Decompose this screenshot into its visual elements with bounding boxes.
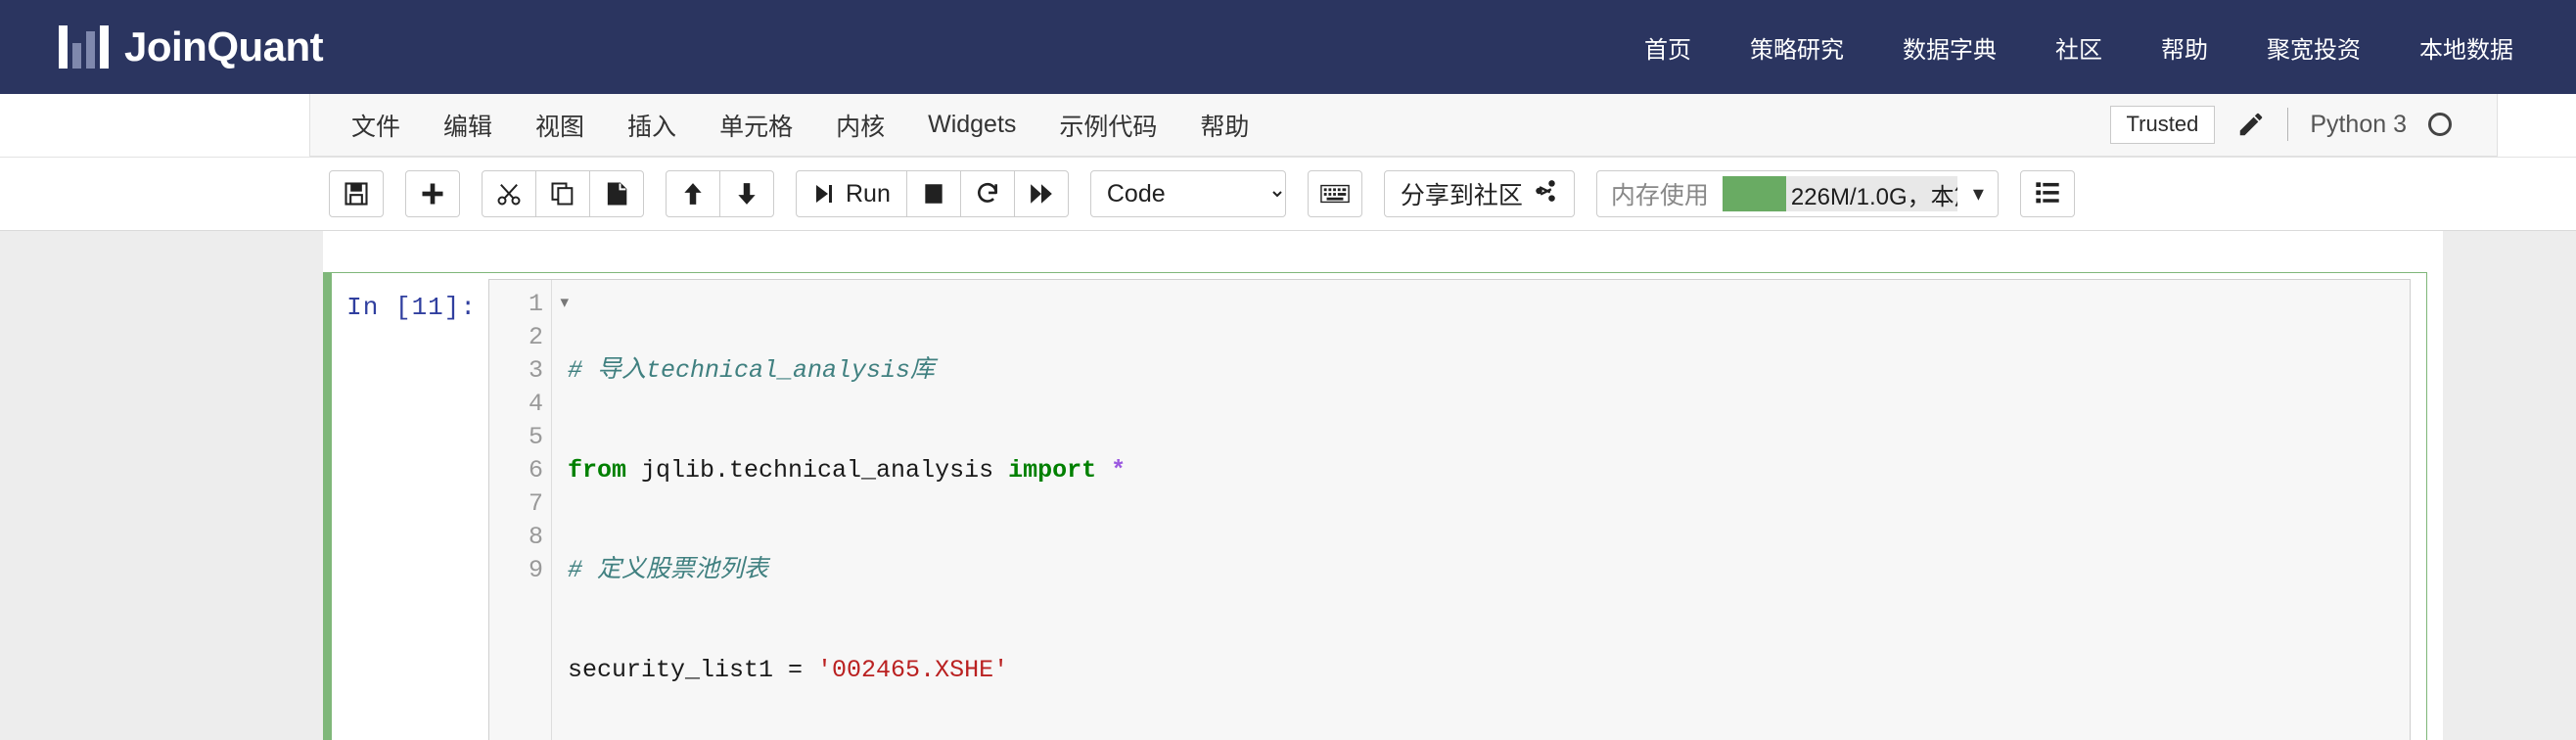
memory-usage-bar: 226M/1.0G，本篇184.05 xyxy=(1722,176,1957,211)
bars-logo-icon xyxy=(59,25,109,69)
notebook-menubar: 文件 编辑 视图 插入 单元格 内核 Widgets 示例代码 帮助 Trust… xyxy=(309,94,2498,157)
nav-item-data-dict[interactable]: 数据字典 xyxy=(1903,30,1997,65)
cell-type-select[interactable]: Code Markdown Raw NBConvert Heading xyxy=(1089,170,1286,217)
nav-item-community[interactable]: 社区 xyxy=(2055,30,2102,65)
toolbar-group-insert xyxy=(405,170,460,217)
table-of-contents-button[interactable] xyxy=(2019,170,2075,217)
notebook-toolbar-region: Run Code Markdown xyxy=(0,158,2576,231)
plus-add-cell-icon xyxy=(419,180,446,208)
code-line-3-text: # 定义股票池列表 xyxy=(568,556,769,584)
code-fold-toggle-icon[interactable]: ▾ xyxy=(560,288,569,321)
line-number: 6 xyxy=(528,456,543,485)
toolbar-group-move xyxy=(666,170,774,217)
kernel-idle-circle-icon xyxy=(2428,113,2452,137)
nav-item-research[interactable]: 策略研究 xyxy=(1750,30,1844,65)
restart-kernel-button[interactable] xyxy=(959,170,1015,217)
line-number: 2 xyxy=(528,323,543,351)
code-text-area[interactable]: # 导入technical_analysis库 from jqlib.techn… xyxy=(552,280,2410,740)
menubar-divider xyxy=(2287,108,2289,142)
code-line: # 导入technical_analysis库 xyxy=(568,354,2410,388)
brand-logo[interactable]: JoinQuant xyxy=(59,23,324,69)
nav-item-home[interactable]: 首页 xyxy=(1644,30,1691,65)
line-number: 8 xyxy=(528,523,543,551)
toolbar-group-clipboard xyxy=(482,170,644,217)
share-to-community-button[interactable]: 分享到社区 xyxy=(1383,170,1575,217)
move-cell-down-button[interactable] xyxy=(719,170,774,217)
floppy-disk-save-icon xyxy=(343,180,370,208)
notebook-page: In [11]: 1 ▾ 2 3 4 5 6 7 8 9 # 导入technic… xyxy=(323,231,2443,740)
code-line: from jqlib.technical_analysis import * xyxy=(568,456,1127,485)
menu-insert[interactable]: 插入 xyxy=(606,102,698,149)
notebook-body: In [11]: 1 ▾ 2 3 4 5 6 7 8 9 # 导入technic… xyxy=(0,231,2576,740)
caret-down-icon[interactable]: ▾ xyxy=(1973,181,1984,207)
nav-item-local-data[interactable]: 本地数据 xyxy=(2419,30,2513,65)
kernel-name: Python 3 xyxy=(2310,110,2407,138)
site-header: JoinQuant 首页 策略研究 数据字典 社区 帮助 聚宽投资 本地数据 xyxy=(0,0,2576,94)
keyboard-shortcuts-button[interactable] xyxy=(1307,170,1362,217)
brand-name: JoinQuant xyxy=(124,23,324,69)
cut-button[interactable] xyxy=(482,170,536,217)
run-play-icon xyxy=(812,181,836,207)
notebook-menubar-region: 文件 编辑 视图 插入 单元格 内核 Widgets 示例代码 帮助 Trust… xyxy=(0,94,2576,158)
toolbar-group-toc xyxy=(2019,170,2075,217)
restart-circular-arrow-icon xyxy=(975,180,1000,208)
pencil-icon[interactable] xyxy=(2236,110,2266,139)
line-number-gutter: 1 ▾ 2 3 4 5 6 7 8 9 xyxy=(489,280,569,740)
menubar-right-region: Trusted Python 3 xyxy=(2109,106,2477,144)
memory-usage-indicator[interactable]: 内存使用 226M/1.0G，本篇184.05 ▾ xyxy=(1595,170,1999,217)
run-label: Run xyxy=(846,179,891,208)
menu-file[interactable]: 文件 xyxy=(330,102,422,149)
scissors-cut-icon xyxy=(495,180,523,208)
code-line-1-text: # 导入technical_analysis库 xyxy=(568,356,936,385)
nav-item-investment[interactable]: 聚宽投资 xyxy=(2267,30,2361,65)
code-line: # 定义股票池列表 xyxy=(568,554,2410,587)
code-cell-input-row: In [11]: 1 ▾ 2 3 4 5 6 7 8 9 # 导入technic… xyxy=(332,273,2426,740)
menu-kernel[interactable]: 内核 xyxy=(814,102,906,149)
memory-usage-label: 内存使用 xyxy=(1610,182,1709,209)
memory-usage-value: 226M/1.0G，本篇184.05 xyxy=(1790,183,1957,210)
code-cell[interactable]: In [11]: 1 ▾ 2 3 4 5 6 7 8 9 # 导入technic… xyxy=(323,272,2427,740)
menu-view[interactable]: 视图 xyxy=(514,102,606,149)
restart-and-run-all-button[interactable] xyxy=(1013,170,1069,217)
nav-item-help[interactable]: 帮助 xyxy=(2161,30,2208,65)
cell-execution-prompt: In [11]: xyxy=(346,293,477,322)
fast-forward-icon xyxy=(1029,181,1054,207)
trusted-badge[interactable]: Trusted xyxy=(2109,106,2216,144)
insert-cell-below-button[interactable] xyxy=(405,170,460,217)
run-cell-button[interactable]: Run xyxy=(796,170,907,217)
menu-edit[interactable]: 编辑 xyxy=(422,102,514,149)
paste-icon xyxy=(603,180,630,208)
code-line: security_list1 = '002465.XSHE' xyxy=(568,656,1009,684)
save-button[interactable] xyxy=(329,170,384,217)
move-cell-up-button[interactable] xyxy=(666,170,720,217)
line-number: 3 xyxy=(528,356,543,385)
toolbar-group-save xyxy=(329,170,384,217)
menu-cell[interactable]: 单元格 xyxy=(698,102,814,149)
share-nodes-icon xyxy=(1533,178,1558,210)
line-number: 9 xyxy=(528,556,543,584)
copy-button[interactable] xyxy=(535,170,590,217)
line-number: 4 xyxy=(528,390,543,418)
notebook-toolbar: Run Code Markdown xyxy=(309,158,2560,230)
toolbar-group-execution: Run xyxy=(796,170,1069,217)
paste-button[interactable] xyxy=(589,170,644,217)
line-number: 7 xyxy=(528,489,543,518)
interrupt-kernel-button[interactable] xyxy=(905,170,961,217)
table-of-contents-icon xyxy=(2034,181,2061,207)
menu-help[interactable]: 帮助 xyxy=(1178,102,1270,149)
arrow-up-icon xyxy=(680,180,706,208)
toolbar-group-shortcuts xyxy=(1307,170,1362,217)
menu-widgets[interactable]: Widgets xyxy=(906,105,1037,145)
menu-sample-code[interactable]: 示例代码 xyxy=(1037,102,1178,149)
primary-navigation: 首页 策略研究 数据字典 社区 帮助 聚宽投资 本地数据 xyxy=(1644,30,2513,65)
code-editor[interactable]: 1 ▾ 2 3 4 5 6 7 8 9 # 导入technical_analys… xyxy=(488,279,2411,740)
copy-icon xyxy=(549,180,576,208)
stop-square-icon xyxy=(921,181,946,207)
line-number: 5 xyxy=(528,423,543,451)
share-label: 分享到社区 xyxy=(1400,182,1523,209)
arrow-down-icon xyxy=(734,180,759,208)
keyboard-icon xyxy=(1320,183,1350,205)
line-number: 1 ▾ xyxy=(489,288,569,321)
